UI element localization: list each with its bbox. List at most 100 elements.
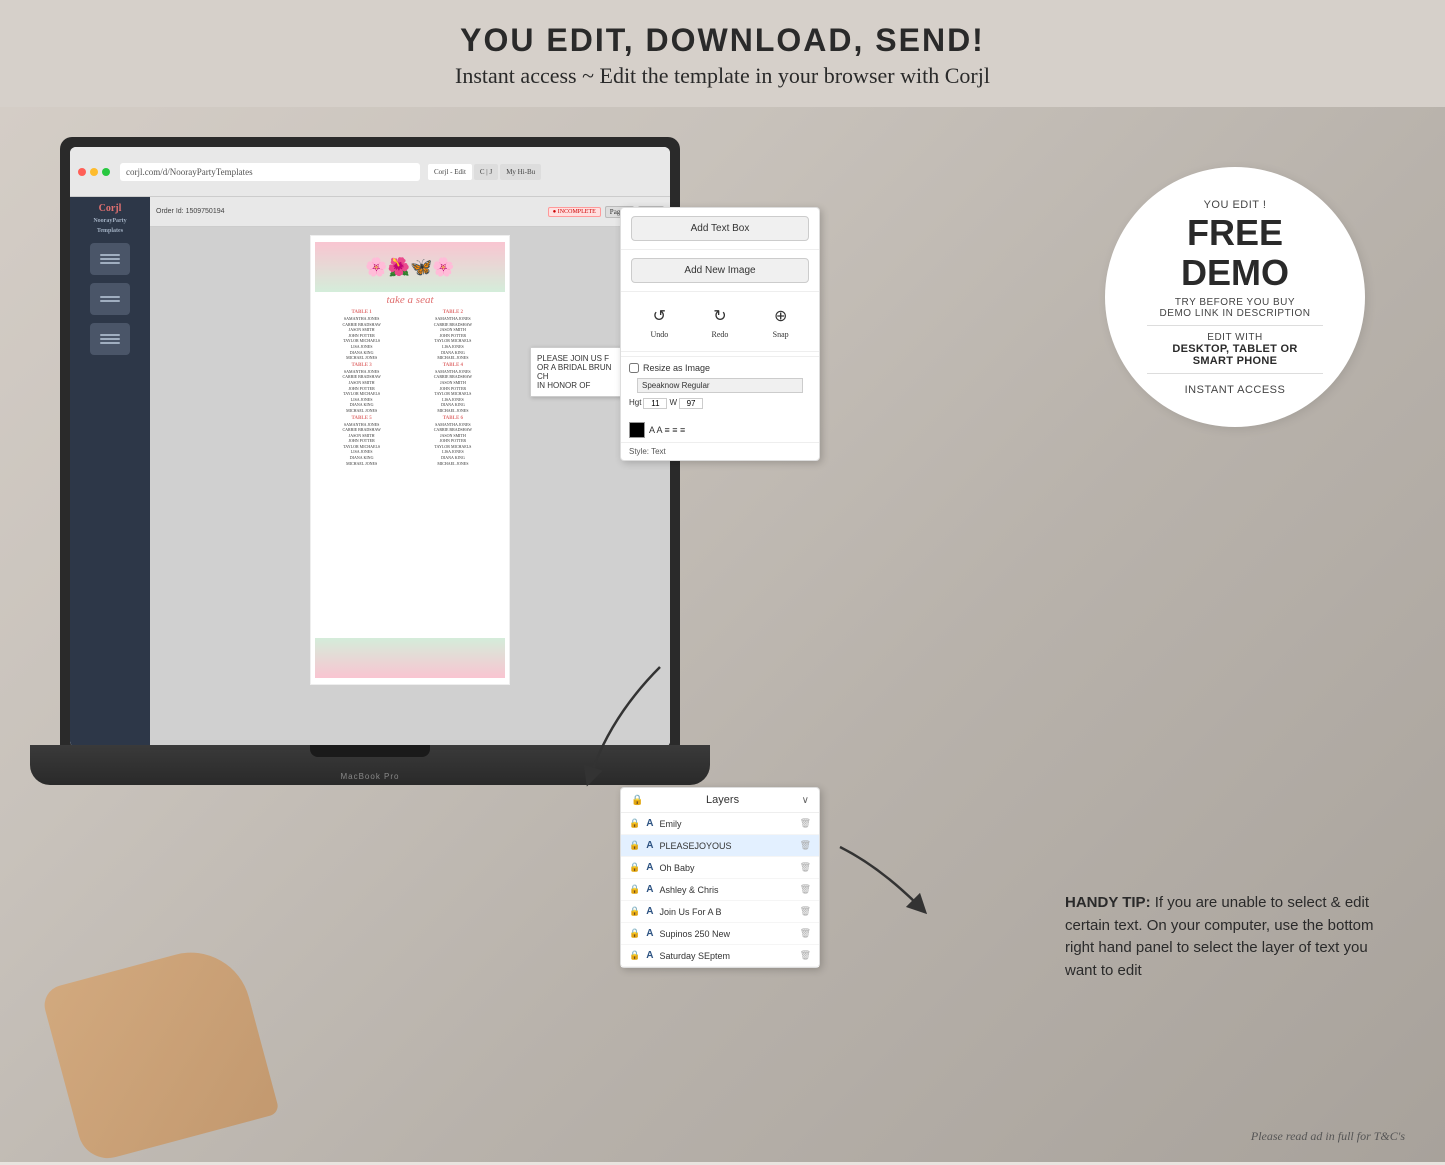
panel-text-section: Resize as Image Speaknow Regular Hgt W bbox=[621, 356, 819, 418]
table5-heading: TABLE 5 bbox=[317, 416, 406, 421]
layer-item-supinos[interactable]: 🔒 A Supinos 250 New 🗑 bbox=[621, 923, 819, 945]
layers-chevron[interactable]: ∨ bbox=[802, 795, 809, 806]
footer-text: Please read ad in full for T&C's bbox=[1251, 1129, 1405, 1144]
layer-type-emily: A bbox=[646, 818, 653, 829]
demo-try-before: TRY BEFORE YOU BUY bbox=[1175, 297, 1295, 308]
redo-label: Redo bbox=[712, 330, 729, 339]
demo-demo: DEMO bbox=[1181, 255, 1289, 291]
layer-delete-ashley[interactable]: 🗑 bbox=[800, 884, 811, 895]
editor-sidebar: Corjl NoorayPartyTemplates bbox=[70, 197, 150, 747]
laptop-brand: MacBook Pro bbox=[340, 772, 399, 781]
undo-tool[interactable]: ↺ Undo bbox=[647, 304, 671, 339]
demo-edit-with: EDIT WITH bbox=[1207, 332, 1262, 343]
table6-names: SAMANTHA JONESCARRIE BRADSHAWJASON SMITH… bbox=[408, 422, 497, 467]
style-text-label: Style: Text bbox=[621, 442, 819, 460]
redo-icon: ↻ bbox=[708, 304, 732, 328]
table1-heading: TABLE 1 bbox=[317, 310, 406, 315]
add-text-box-button[interactable]: Add Text Box bbox=[631, 216, 809, 241]
layer-delete-joinusforab[interactable]: 🗑 bbox=[800, 906, 811, 917]
demo-instant: INSTANT ACCESS bbox=[1185, 384, 1286, 396]
browser-url[interactable]: corjl.com/d/NoorayPartyTemplates bbox=[120, 163, 420, 181]
font-width-label: W bbox=[669, 398, 677, 409]
layer-name-ashley: Ashley & Chris bbox=[659, 885, 793, 895]
toolbar-incomplete[interactable]: ● INCOMPLETE bbox=[548, 207, 601, 217]
layer-delete-ohbaby[interactable]: 🗑 bbox=[800, 862, 811, 873]
table3-heading: TABLE 3 bbox=[317, 363, 406, 368]
browser-chrome: corjl.com/d/NoorayPartyTemplates Corjl -… bbox=[70, 147, 670, 197]
handy-tip: HANDY TIP: If you are unable to select &… bbox=[1065, 892, 1385, 982]
table6-heading: TABLE 6 bbox=[408, 416, 497, 421]
layer-name-emily: Emily bbox=[659, 819, 793, 829]
font-height-input[interactable] bbox=[643, 398, 667, 409]
handy-tip-bold: HANDY TIP: bbox=[1065, 894, 1151, 911]
seating-chart: 🌸🌺🦋🌸 take a seat TABLE 1 SAMANTHA JONESC… bbox=[310, 235, 510, 685]
layer-delete-emily[interactable]: 🗑 bbox=[800, 818, 811, 829]
font-select[interactable]: Speaknow Regular bbox=[637, 378, 803, 393]
layer-name-ohbaby: Oh Baby bbox=[659, 863, 793, 873]
layer-lock-joinusforab: 🔒 bbox=[629, 906, 640, 917]
arrow-svg-2 bbox=[820, 827, 940, 927]
laptop-notch bbox=[310, 745, 430, 757]
browser-tab-3[interactable]: My Hi-Bu bbox=[500, 164, 541, 180]
browser-dot-yellow bbox=[90, 168, 98, 176]
redo-tool[interactable]: ↻ Redo bbox=[708, 304, 732, 339]
browser-tabs: Corjl - Edit C | J My Hi-Bu bbox=[428, 164, 541, 180]
main-content: corjl.com/d/NoorayPartyTemplates Corjl -… bbox=[0, 107, 1445, 1162]
layer-delete-pleasejoyous[interactable]: 🗑 bbox=[800, 840, 811, 851]
table2-names: SAMANTHA JONESCARRIE BRADSHAWJASON SMITH… bbox=[408, 316, 497, 361]
panel-divider-2 bbox=[621, 291, 819, 292]
layer-item-ohbaby[interactable]: 🔒 A Oh Baby 🗑 bbox=[621, 857, 819, 879]
font-row: Speaknow Regular bbox=[629, 376, 811, 395]
layer-type-saturday: A bbox=[646, 950, 653, 961]
panel-divider-1 bbox=[621, 249, 819, 250]
layer-type-pleasejoyous: A bbox=[646, 840, 653, 851]
layer-name-supinos: Supinos 250 New bbox=[659, 929, 793, 939]
resize-as-image-label: Resize as Image bbox=[643, 363, 710, 373]
demo-divider-1 bbox=[1147, 325, 1323, 326]
browser-tab-1[interactable]: Corjl - Edit bbox=[428, 164, 472, 180]
layer-item-joinusforab[interactable]: 🔒 A Join Us For A B 🗑 bbox=[621, 901, 819, 923]
snap-tool[interactable]: ⊕ Snap bbox=[769, 304, 793, 339]
table-section: TABLE 1 SAMANTHA JONESCARRIE BRADSHAWJAS… bbox=[315, 308, 505, 468]
layer-type-ohbaby: A bbox=[646, 862, 653, 873]
floral-top: 🌸🌺🦋🌸 bbox=[315, 242, 505, 292]
layer-lock-saturday: 🔒 bbox=[629, 950, 640, 961]
sidebar-icon-2[interactable] bbox=[90, 283, 130, 315]
sidebar-logo: Corjl NoorayPartyTemplates bbox=[93, 203, 126, 235]
add-new-image-button[interactable]: Add New Image bbox=[631, 258, 809, 283]
layer-item-pleasejoyous[interactable]: 🔒 A PLEASEJOYOUS 🗑 bbox=[621, 835, 819, 857]
resize-as-image-checkbox[interactable] bbox=[629, 363, 639, 373]
table2-heading: TABLE 2 bbox=[408, 310, 497, 315]
demo-smart-phone: SMART PHONE bbox=[1193, 355, 1278, 367]
layer-type-supinos: A bbox=[646, 928, 653, 939]
sidebar-icon-1[interactable] bbox=[90, 243, 130, 275]
browser-tab-2[interactable]: C | J bbox=[474, 164, 498, 180]
panel-tools: ↺ Undo ↻ Redo ⊕ Snap bbox=[621, 296, 819, 347]
table4-names: SAMANTHA JONESCARRIE BRADSHAWJASON SMITH… bbox=[408, 369, 497, 414]
layer-delete-saturday[interactable]: 🗑 bbox=[800, 950, 811, 961]
font-size-label: Hgt bbox=[629, 398, 641, 409]
font-width-input[interactable] bbox=[679, 398, 703, 409]
table4-heading: TABLE 4 bbox=[408, 363, 497, 368]
color-swatch[interactable] bbox=[629, 422, 645, 438]
snap-label: Snap bbox=[773, 330, 789, 339]
layer-item-saturday[interactable]: 🔒 A Saturday SEptem 🗑 bbox=[621, 945, 819, 967]
laptop-mockup: corjl.com/d/NoorayPartyTemplates Corjl -… bbox=[30, 137, 710, 957]
corjl-edit-panel: Add Text Box Add New Image ↺ Undo ↻ Redo… bbox=[620, 207, 820, 461]
table5-names: SAMANTHA JONESCARRIE BRADSHAWJASON SMITH… bbox=[317, 422, 406, 467]
demo-devices: DESKTOP, TABLET OR bbox=[1172, 343, 1297, 355]
table3-names: SAMANTHA JONESCARRIE BRADSHAWJASON SMITH… bbox=[317, 369, 406, 414]
color-tools: A A ≡ ≡ ≡ bbox=[649, 425, 685, 435]
layer-item-ashley[interactable]: 🔒 A Ashley & Chris 🗑 bbox=[621, 879, 819, 901]
layer-delete-supinos[interactable]: 🗑 bbox=[800, 928, 811, 939]
sidebar-icon-3[interactable] bbox=[90, 323, 130, 355]
layer-type-ashley: A bbox=[646, 884, 653, 895]
undo-label: Undo bbox=[650, 330, 668, 339]
browser-dot-green bbox=[102, 168, 110, 176]
main-title: YOU EDIT, DOWNLOAD, SEND! bbox=[0, 22, 1445, 59]
color-row: A A ≡ ≡ ≡ bbox=[621, 418, 819, 442]
editor-toolbar: Order Id: 1509750194 ● INCOMPLETE Page 1… bbox=[150, 197, 670, 227]
demo-link: DEMO LINK IN DESCRIPTION bbox=[1160, 308, 1311, 319]
chart-title: take a seat bbox=[386, 294, 433, 306]
layer-lock-ohbaby: 🔒 bbox=[629, 862, 640, 873]
